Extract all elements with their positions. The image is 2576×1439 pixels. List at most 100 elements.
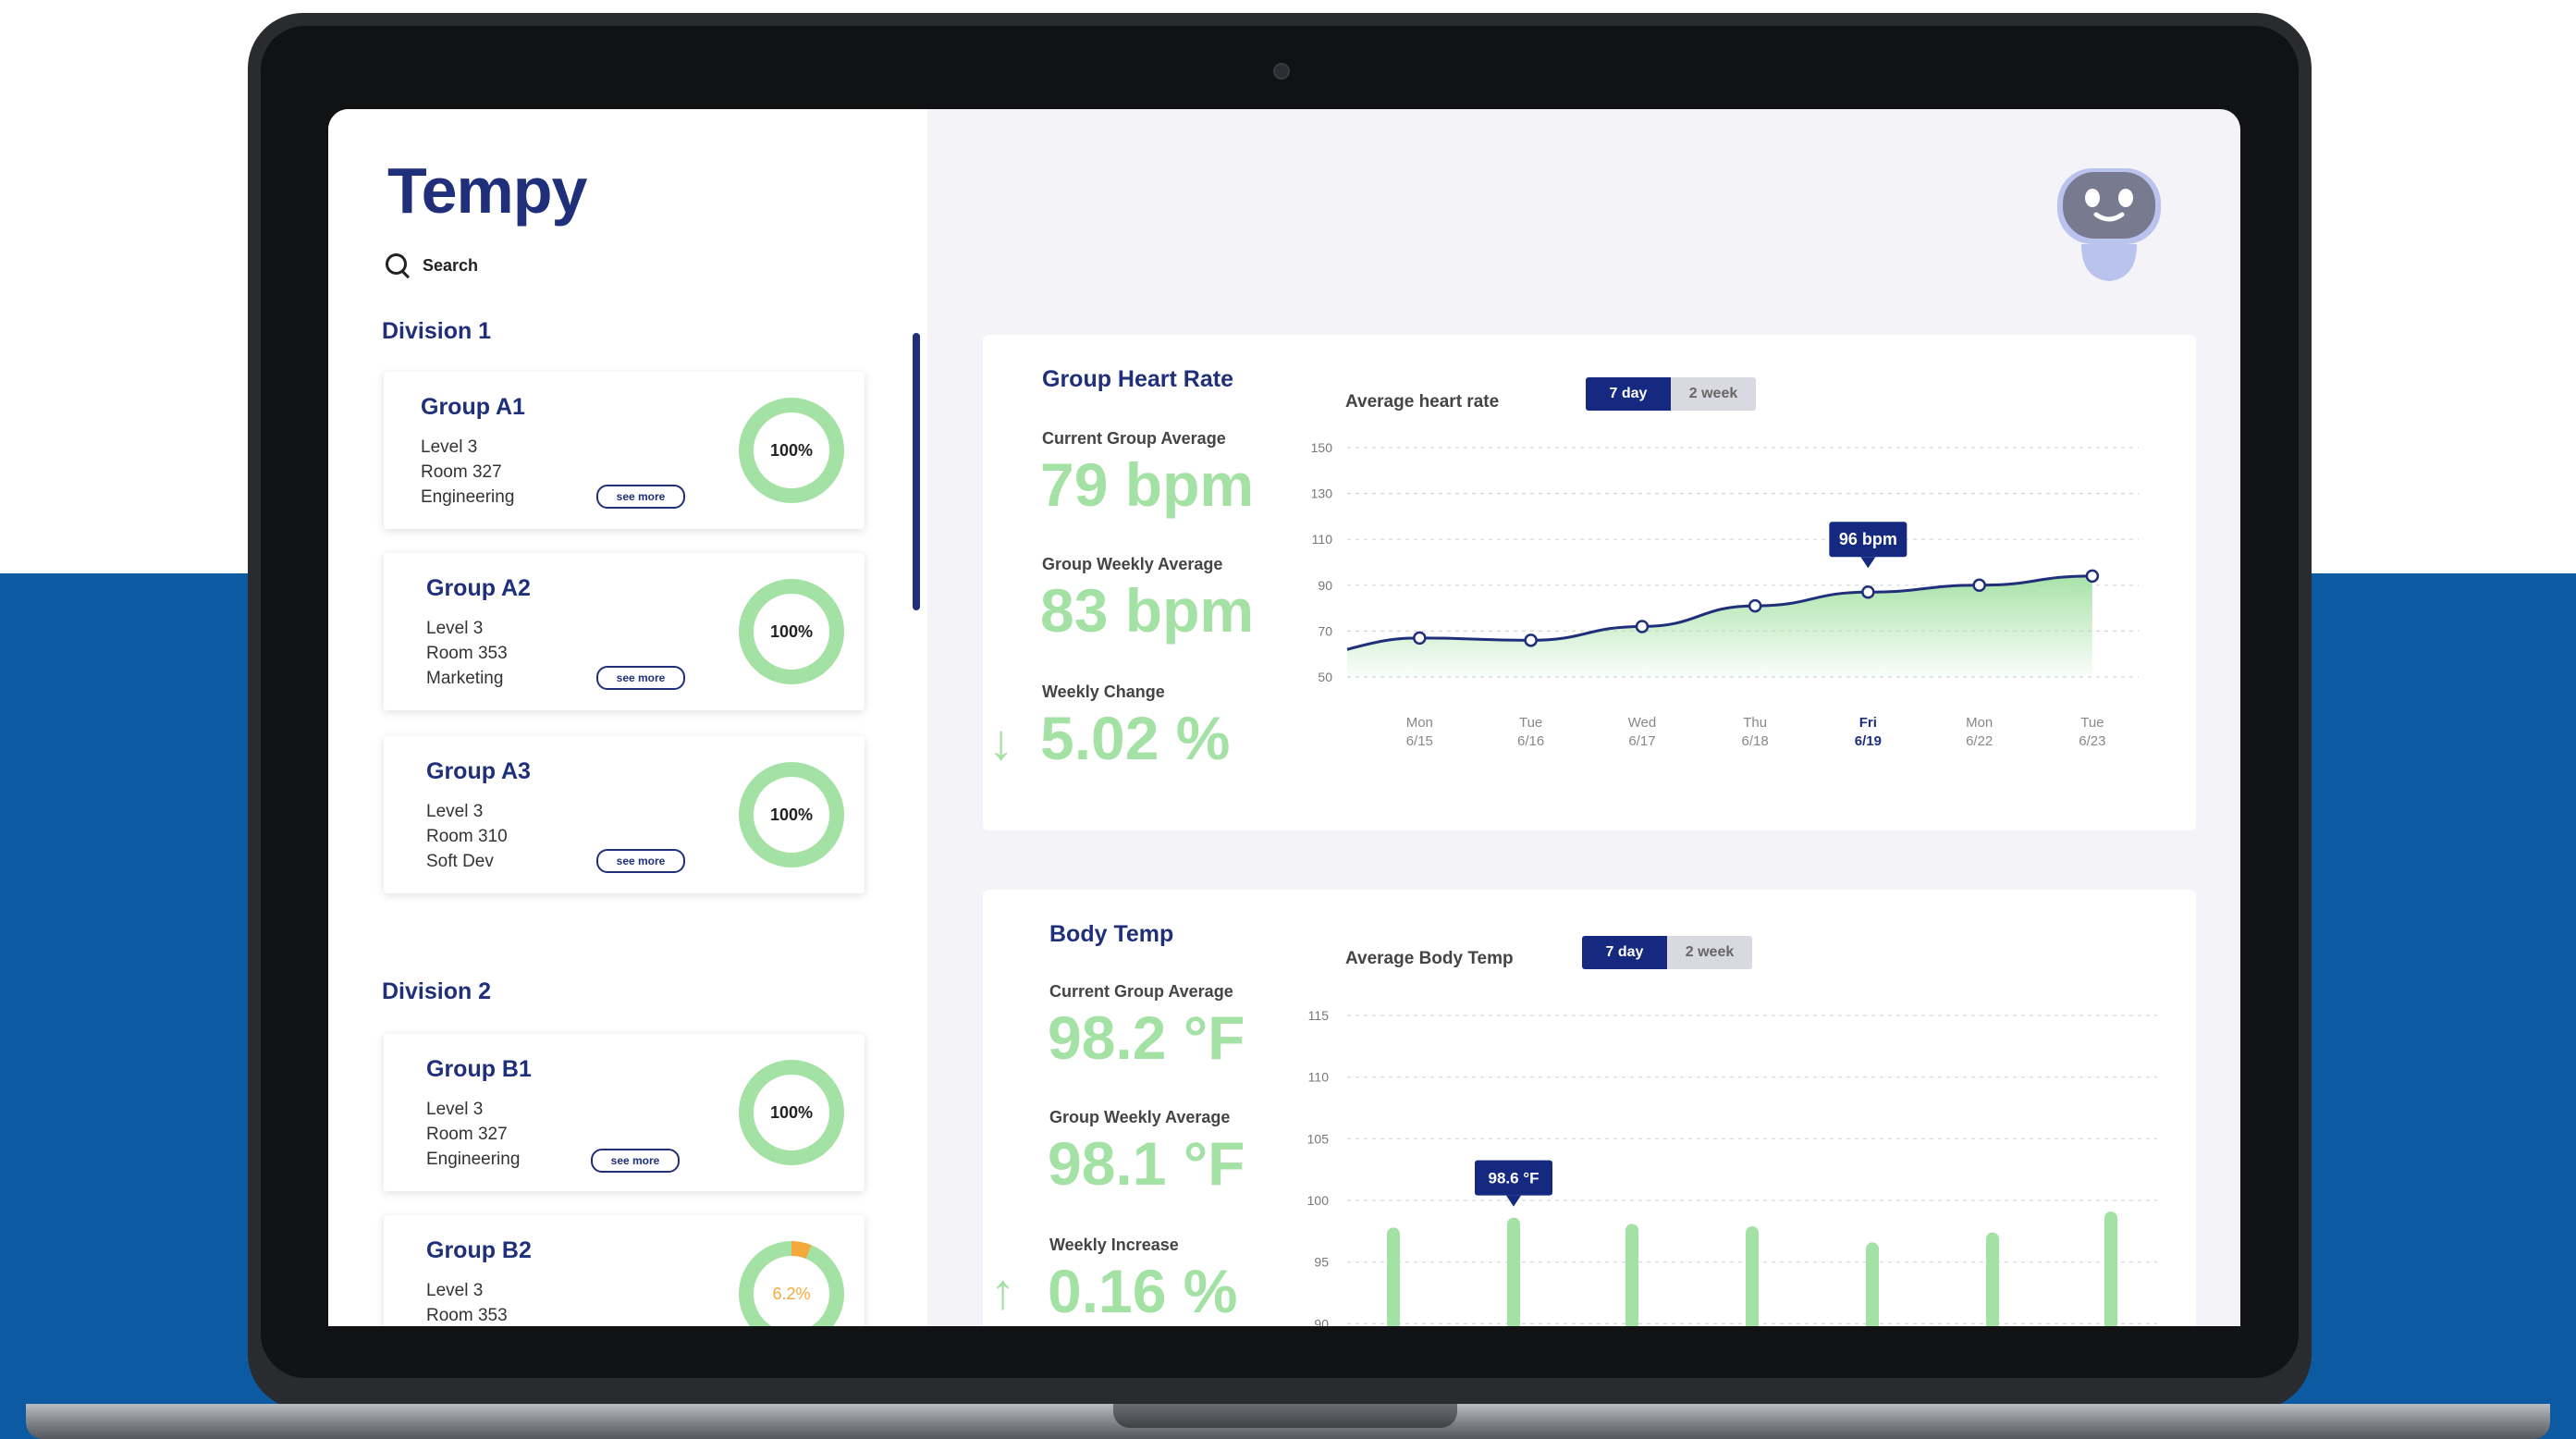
range-toggle[interactable]: 7 day 2 week — [1586, 377, 1756, 411]
x-tick-label: Fri — [1859, 715, 1877, 731]
x-tick-label: Thu — [1743, 715, 1767, 731]
current-average-value: 79 bpm — [1040, 450, 1255, 519]
group-room: Room 327 — [426, 1125, 508, 1144]
group-card[interactable]: Group B1 Level 3 Room 327 Engineering se… — [384, 1034, 865, 1191]
body-temp-chart: 115 110 105 100 95 90 98.6 °F — [1307, 1008, 2157, 1326]
robot-avatar-icon[interactable] — [2054, 163, 2165, 283]
attendance-donut: 6.2% — [739, 1241, 844, 1326]
weekly-average-value: 98.1 °F — [1048, 1129, 1245, 1198]
heart-rate-panel: Group Heart Rate Current Group Average 7… — [983, 335, 2196, 830]
y-tick-label: 90 — [1318, 578, 1332, 593]
x-tick-label: 6/22 — [1966, 733, 1993, 749]
sidebar-scrollbar[interactable] — [913, 333, 920, 610]
temp-bar — [1746, 1226, 1759, 1326]
toggle-2-week[interactable]: 2 week — [1667, 936, 1752, 969]
group-details: Level 3 Room 327 Engineering — [426, 1097, 520, 1172]
current-average-value: 98.2 °F — [1048, 1003, 1245, 1072]
y-tick-label: 95 — [1314, 1255, 1329, 1270]
group-name: Group A1 — [421, 394, 525, 420]
toggle-7-day[interactable]: 7 day — [1582, 936, 1667, 969]
x-tick-label: 6/23 — [2079, 733, 2105, 749]
y-tick-label: 115 — [1308, 1008, 1330, 1023]
camera-icon — [1273, 63, 1290, 80]
x-tick-label: 6/17 — [1628, 733, 1655, 749]
temp-bar — [1387, 1227, 1400, 1326]
current-average-label: Current Group Average — [1049, 982, 1233, 1001]
app-logo: Tempy — [387, 154, 587, 227]
temp-bar — [1625, 1224, 1638, 1326]
group-room: Room 353 — [426, 1306, 508, 1325]
attendance-donut: 100% — [739, 1060, 844, 1165]
see-more-button[interactable]: see more — [591, 1149, 680, 1173]
tooltip-label: 96 bpm — [1839, 530, 1897, 548]
down-arrow-icon: ↓ — [988, 715, 1013, 770]
y-tick-label: 110 — [1308, 1070, 1330, 1085]
range-toggle[interactable]: 7 day 2 week — [1582, 936, 1752, 969]
group-card[interactable]: Group A1 Level 3 Room 327 Engineering se… — [384, 372, 865, 529]
chart-title: Average Body Temp — [1345, 949, 1514, 968]
up-arrow-icon: ↑ — [990, 1264, 1015, 1320]
weekly-average-label: Group Weekly Average — [1042, 555, 1223, 573]
group-name: Group A3 — [426, 758, 531, 784]
sidebar: Tempy Search Division 1 Group A1 Level 3… — [328, 109, 927, 1326]
see-more-button[interactable]: see more — [596, 666, 685, 690]
temp-bar — [1986, 1232, 1999, 1326]
app-screen: Tempy Search Division 1 Group A1 Level 3… — [328, 109, 2240, 1326]
group-name: Group B2 — [426, 1237, 532, 1263]
y-tick-label: 50 — [1318, 670, 1332, 684]
see-more-button[interactable]: see more — [596, 849, 685, 873]
y-tick-label: 100 — [1307, 1193, 1330, 1208]
group-card[interactable]: Group B2 Level 3 Room 353 6.2% — [384, 1215, 865, 1326]
x-tick-label: Tue — [2080, 715, 2104, 731]
data-point — [1972, 578, 1986, 593]
group-room: Room 310 — [426, 827, 508, 846]
y-tick-label: 130 — [1311, 486, 1333, 501]
temp-bar — [2104, 1211, 2117, 1326]
x-tick-label: 6/19 — [1855, 733, 1882, 749]
attendance-donut: 100% — [739, 762, 844, 867]
search-icon[interactable] — [386, 253, 410, 277]
x-tick-label: Mon — [1406, 715, 1433, 731]
x-tick-label: Tue — [1519, 715, 1542, 731]
group-name: Group A2 — [426, 575, 531, 601]
division-title: Division 2 — [382, 978, 492, 1004]
donut-percent: 100% — [754, 594, 829, 670]
group-dept: Soft Dev — [426, 852, 494, 871]
weekly-average-label: Group Weekly Average — [1049, 1108, 1231, 1126]
y-tick-label: 110 — [1312, 532, 1333, 547]
temp-bar — [1866, 1242, 1879, 1326]
data-point — [2085, 569, 2100, 584]
y-tick-label: 70 — [1318, 623, 1332, 638]
toggle-2-week[interactable]: 2 week — [1671, 377, 1756, 411]
group-card[interactable]: Group A2 Level 3 Room 353 Marketing see … — [384, 553, 865, 710]
x-tick-label: 6/15 — [1406, 733, 1433, 749]
donut-percent: 100% — [754, 777, 829, 853]
temp-bar — [1507, 1217, 1520, 1326]
group-dept: Engineering — [426, 1150, 521, 1169]
x-tick-label: 6/18 — [1742, 733, 1769, 749]
division-title: Division 1 — [382, 318, 492, 344]
weekly-average-value: 83 bpm — [1040, 576, 1255, 645]
group-room: Room 353 — [426, 644, 508, 663]
donut-percent: 100% — [754, 1075, 829, 1150]
group-details: Level 3 Room 353 Marketing — [426, 616, 508, 691]
toggle-7-day[interactable]: 7 day — [1586, 377, 1671, 411]
x-tick-label: Wed — [1628, 715, 1657, 731]
weekly-increase-label: Weekly Increase — [1049, 1236, 1179, 1254]
body-temp-panel: Body Temp Current Group Average 98.2 °F … — [983, 890, 2196, 1326]
data-point — [1748, 598, 1762, 613]
weekly-change-label: Weekly Change — [1042, 683, 1165, 701]
group-card[interactable]: Group A3 Level 3 Room 310 Soft Dev see m… — [384, 736, 865, 893]
weekly-change-value: 5.02 % — [1040, 704, 1231, 772]
data-point — [1861, 584, 1875, 599]
see-more-button[interactable]: see more — [596, 485, 685, 509]
search-bar[interactable]: Search — [386, 253, 478, 277]
tooltip-pointer — [1506, 1195, 1521, 1207]
group-details: Level 3 Room 353 — [426, 1278, 508, 1326]
search-label: Search — [423, 255, 479, 275]
laptop-notch — [1113, 1404, 1457, 1428]
panel-title: Group Heart Rate — [1042, 366, 1233, 392]
donut-percent: 6.2% — [754, 1256, 829, 1326]
attendance-donut: 100% — [739, 579, 844, 684]
weekly-increase-value: 0.16 % — [1048, 1257, 1238, 1325]
